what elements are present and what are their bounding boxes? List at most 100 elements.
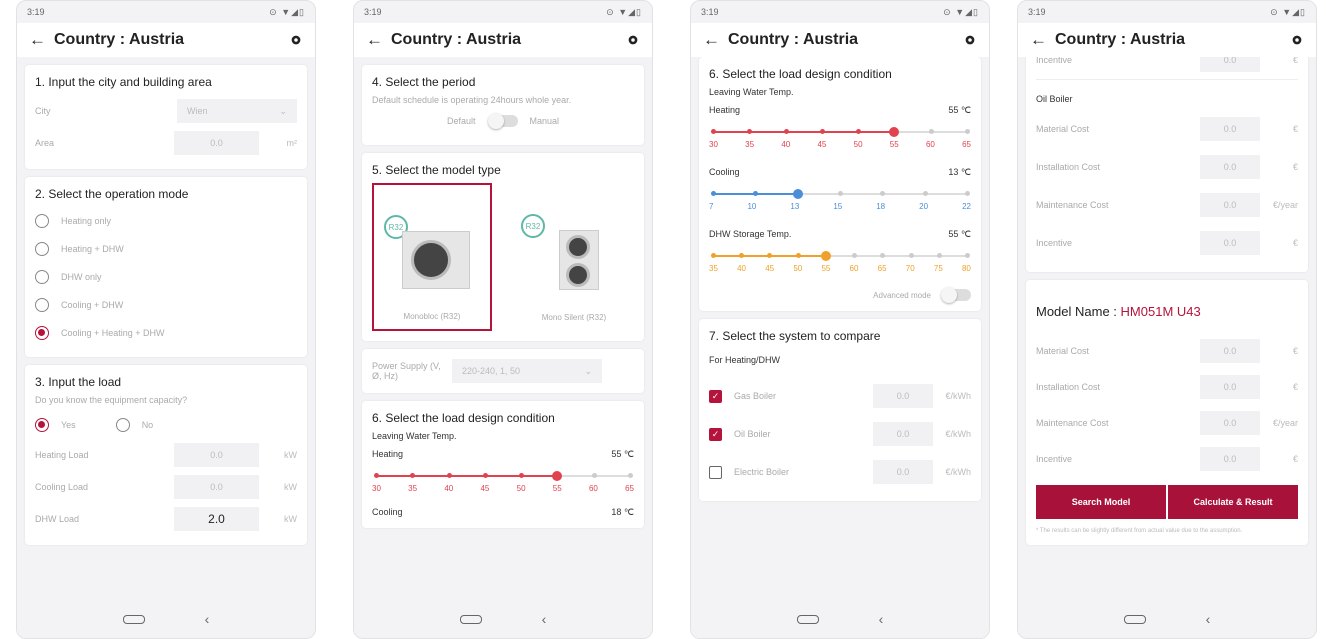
slider-step-dot: [856, 129, 862, 134]
slider-tick-label: 35: [745, 140, 755, 149]
material-cost-input[interactable]: 0.0: [1200, 117, 1260, 141]
radio-no[interactable]: [115, 418, 130, 432]
area-input[interactable]: 0.0: [174, 131, 259, 155]
advanced-mode-toggle[interactable]: [941, 287, 971, 303]
checkbox-electric-boiler[interactable]: [709, 465, 722, 479]
home-button[interactable]: [796, 614, 819, 624]
dhw-load-input[interactable]: 2.0: [174, 507, 259, 531]
calculate-result-button[interactable]: Calculate & Result: [1168, 485, 1298, 519]
back-arrow-icon[interactable]: ←: [29, 30, 46, 50]
model-mono-silent[interactable]: R32 Mono Silent (R32): [514, 183, 634, 331]
incentive-label: Incentive: [1036, 454, 1073, 464]
gear-icon[interactable]: [963, 33, 977, 47]
city-dropdown[interactable]: Wien ⌄: [177, 99, 297, 123]
back-nav-icon[interactable]: ‹: [542, 611, 547, 627]
checkbox-oil-boiler[interactable]: ✓: [709, 427, 722, 441]
page-title: Country : Austria: [54, 31, 185, 48]
divider: [1036, 79, 1298, 80]
page-title: Country : Austria: [391, 31, 522, 48]
back-nav-icon[interactable]: ‹: [1206, 611, 1211, 627]
gas-boiler-input[interactable]: 0.0: [873, 384, 933, 408]
home-button[interactable]: [459, 614, 482, 624]
slider-fill: [713, 131, 895, 133]
gear-icon[interactable]: [626, 33, 640, 47]
radio-label: Heating + DHW: [61, 244, 124, 254]
slider-tick-label: 40: [737, 264, 747, 273]
section-model-type: 5. Select the model type R32 Monobloc (R…: [362, 153, 644, 341]
section-title: 6. Select the load design condition: [709, 67, 892, 81]
power-supply-dropdown[interactable]: 220-240, 1, 50 ⌄: [452, 359, 602, 383]
gear-icon[interactable]: [289, 33, 303, 47]
incentive-input[interactable]: 0.0: [1200, 447, 1260, 471]
slider-step-dot: [711, 129, 716, 134]
fan-icon: [411, 240, 451, 280]
back-arrow-icon[interactable]: ←: [703, 30, 720, 50]
installation-cost-input[interactable]: 0.0: [1200, 155, 1260, 179]
dhw-value: 55: [948, 229, 959, 239]
radio-heating-only[interactable]: Heating only: [35, 207, 297, 235]
heating-load-input[interactable]: 0.0: [174, 443, 259, 467]
slider-thumb[interactable]: [889, 127, 900, 137]
section-compare-system: 7. Select the system to compare For Heat…: [699, 319, 981, 501]
checkbox-gas-boiler[interactable]: ✓: [709, 389, 722, 403]
maintenance-cost-input[interactable]: 0.0: [1200, 411, 1260, 435]
material-cost-label: Material Cost: [1036, 124, 1090, 134]
heating-slider[interactable]: [374, 468, 633, 484]
cooling-slider[interactable]: [711, 186, 970, 202]
status-icons: ⊙ ▼◢▯: [1270, 7, 1306, 17]
unit: €: [1292, 382, 1298, 392]
back-nav-icon[interactable]: ‹: [879, 611, 884, 627]
section-title: 7. Select the system to compare: [709, 329, 881, 343]
status-icons: ⊙ ▼◢▯: [606, 7, 642, 17]
advanced-mode-label: Advanced mode: [873, 290, 931, 300]
dhw-label: DHW Storage Temp.: [709, 229, 792, 239]
leaving-water-label: Leaving Water Temp.: [709, 87, 794, 97]
manual-label: Manual: [529, 116, 560, 126]
oil-boiler-title: Oil Boiler: [1036, 94, 1073, 104]
nav-bar: ‹: [1018, 600, 1316, 638]
heating-unit: ℃: [623, 449, 634, 459]
heating-slider[interactable]: [711, 124, 970, 140]
unit: €: [1292, 454, 1298, 464]
electric-boiler-input[interactable]: 0.0: [873, 460, 933, 484]
incentive-input[interactable]: 0.0: [1200, 57, 1260, 72]
back-arrow-icon[interactable]: ←: [366, 30, 383, 50]
slider-thumb[interactable]: [552, 471, 563, 481]
slider-tick-label: 18: [876, 202, 886, 211]
radio-yes[interactable]: [35, 418, 49, 432]
slider-tick-label: 55: [552, 484, 562, 493]
cooling-unit: ℃: [960, 167, 971, 177]
cooling-load-input[interactable]: 0.0: [174, 475, 259, 499]
radio-heating-dhw[interactable]: Heating + DHW: [35, 235, 297, 263]
installation-cost-input[interactable]: 0.0: [1200, 375, 1260, 399]
slider-thumb[interactable]: [820, 251, 831, 261]
radio-cooling-dhw[interactable]: Cooling + DHW: [35, 291, 297, 319]
unit: kW: [284, 514, 297, 524]
home-button[interactable]: [1123, 614, 1146, 624]
radio-dhw-only[interactable]: DHW only: [35, 263, 297, 291]
status-icons: ⊙ ▼◢▯: [269, 7, 305, 17]
dhw-slider[interactable]: [711, 248, 970, 264]
home-button[interactable]: [122, 614, 145, 624]
status-bar: 3:19 ⊙ ▼◢▯: [1018, 1, 1316, 23]
material-cost-input[interactable]: 0.0: [1200, 339, 1260, 363]
gear-icon[interactable]: [1290, 33, 1304, 47]
for-heating-dhw-label: For Heating/DHW: [709, 355, 781, 365]
heating-label: Heating: [709, 105, 741, 115]
area-label: Area: [35, 138, 55, 148]
chevron-down-icon: ⌄: [584, 365, 592, 376]
maintenance-cost-input[interactable]: 0.0: [1200, 193, 1260, 217]
incentive-input[interactable]: 0.0: [1200, 231, 1260, 255]
radio-label: Heating only: [61, 216, 112, 226]
oil-boiler-input[interactable]: 0.0: [873, 422, 933, 446]
slider-thumb[interactable]: [792, 189, 803, 199]
search-model-button[interactable]: Search Model: [1036, 485, 1166, 519]
unit: €: [1292, 238, 1298, 248]
back-arrow-icon[interactable]: ←: [1030, 30, 1047, 50]
radio-cooling-heating-dhw[interactable]: Cooling + Heating + DHW: [35, 319, 297, 347]
period-toggle[interactable]: [487, 113, 518, 129]
cooling-load-label: Cooling Load: [35, 482, 89, 492]
default-label: Default: [446, 116, 476, 126]
back-nav-icon[interactable]: ‹: [205, 611, 210, 627]
model-monobloc[interactable]: R32 Monobloc (R32): [372, 183, 492, 331]
